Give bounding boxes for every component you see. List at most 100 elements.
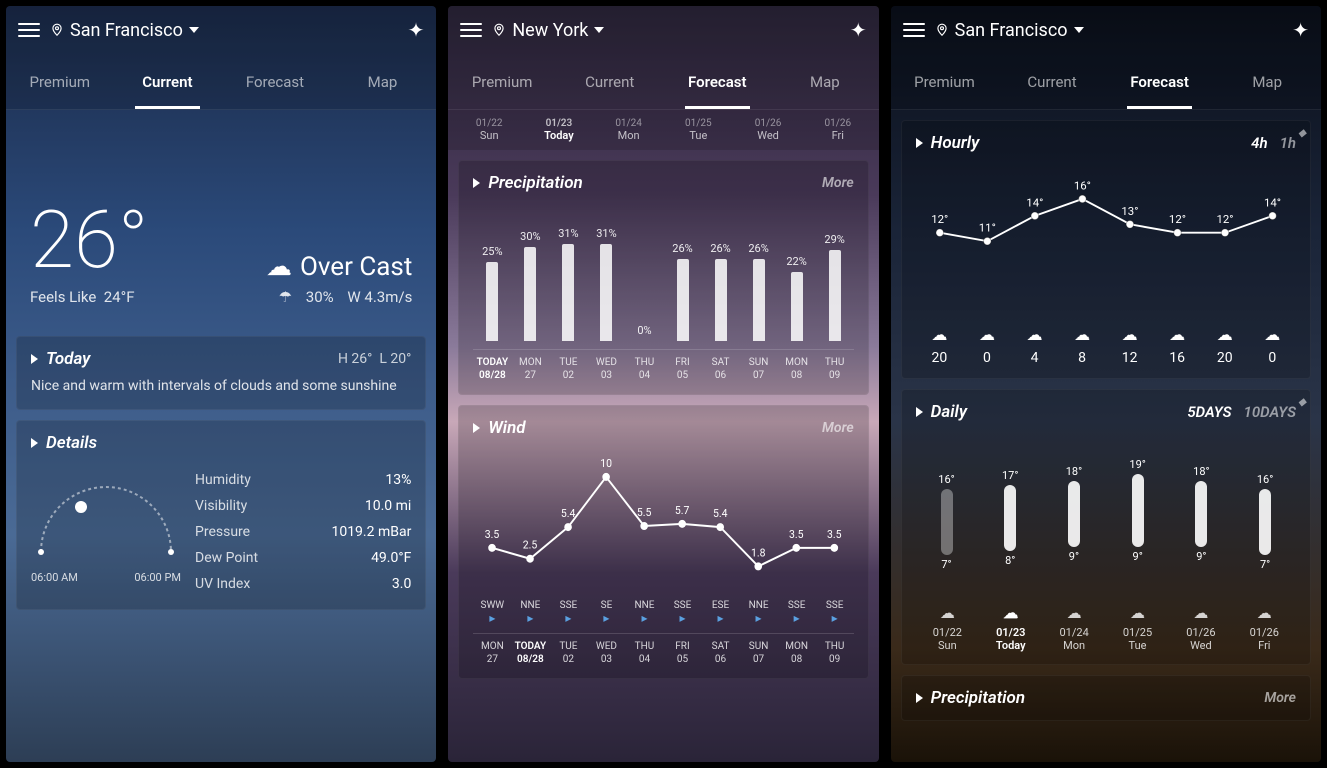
cloud-icon: ☁ [1042,604,1105,622]
location-pin-icon [935,23,949,37]
svg-text:16°: 16° [1074,178,1091,192]
tab-current[interactable]: Current [998,55,1106,109]
menu-icon[interactable] [18,23,40,37]
cloud-icon: ☁ [979,604,1042,622]
svg-text:3.5: 3.5 [485,528,499,541]
wind-chart: 3.52.55.4105.55.75.41.83.53.5 [473,446,853,596]
expand-icon [31,354,38,364]
tab-map[interactable]: Map [329,55,437,109]
day-tab[interactable]: 01/23Today [524,118,594,142]
daily-10days[interactable]: 10DAYS◆ [1244,403,1296,421]
tab-map[interactable]: Map [771,55,879,109]
expand-icon [473,423,480,433]
caret-down-icon [1074,27,1084,33]
details-card[interactable]: Details 06:00 AM 06:00 PM Humidity13%Vis… [16,420,426,610]
daily-col: 18°9° [1171,432,1233,582]
tab-map[interactable]: Map [1213,55,1321,109]
menu-icon[interactable] [460,23,482,37]
cloud-icon: ☁ [1106,325,1154,344]
daily-5days[interactable]: 5DAYS [1187,403,1231,421]
hourly-card[interactable]: Hourly 4h 1h◆ 12°11°14°16°13°12°12°14° ☁… [901,120,1311,379]
diamond-icon: ◆ [1298,397,1306,408]
wind-xlabels: MON27TODAY08/28TUE02WED03THU04FRI05SAT06… [473,633,853,666]
tab-forecast[interactable]: Forecast [663,55,771,109]
location-selector[interactable]: San Francisco [935,20,1283,41]
tabs: Premium Current Forecast Map [891,54,1321,110]
location-selector[interactable]: New York [492,20,840,41]
day-tab[interactable]: 01/22Sun [454,118,524,142]
day-tab[interactable]: 01/25Tue [663,118,733,142]
day-tab[interactable]: 01/26Wed [733,118,803,142]
svg-text:12°: 12° [1216,212,1233,226]
magic-wand-icon[interactable]: ✦ [1292,18,1309,42]
hourly-col: ☁16 [1153,325,1201,366]
today-card[interactable]: Today H 26° L 20° Nice and warm with int… [16,336,426,410]
daily-foot-col[interactable]: ☁01/22Sun [916,604,979,652]
daily-card[interactable]: Daily 5DAYS 10DAYS◆ 16°7°17°8°18°9°19°9°… [901,389,1311,665]
daily-foot-col[interactable]: ☁01/25Tue [1106,604,1169,652]
screen-forecast-sf: San Francisco ✦ Premium Current Forecast… [891,6,1321,762]
tab-forecast[interactable]: Forecast [221,55,329,109]
more-link[interactable]: More [1264,690,1296,706]
cloud-icon: ☁ [916,604,979,622]
hourly-col: ☁0 [963,325,1011,366]
daily-col: 19°9° [1107,432,1169,582]
x-label: WED03 [587,356,625,382]
hourly-4h[interactable]: 4h [1251,134,1267,152]
detail-rows: Humidity13%Visibility10.0 miPressure1019… [195,467,411,597]
cloud-icon: ☁ [1011,325,1059,344]
bar: 26% [665,242,699,341]
tabs: Premium Current Forecast Map [448,54,878,110]
location-selector[interactable]: San Francisco [50,20,398,41]
expand-icon [473,178,480,188]
tab-current[interactable]: Current [556,55,664,109]
wind-card[interactable]: Wind More 3.52.55.4105.55.75.41.83.53.5 … [458,405,868,679]
cloud-icon: ☁ [1106,604,1169,622]
precip-card-s3[interactable]: Precipitation More [901,675,1311,721]
umbrella-icon: ☂ [279,288,292,306]
tab-premium[interactable]: Premium [891,55,999,109]
magic-wand-icon[interactable]: ✦ [408,18,425,42]
tab-premium[interactable]: Premium [448,55,556,109]
bar: 26% [742,242,776,341]
hourly-col: ☁0 [1248,325,1296,366]
svg-text:11°: 11° [978,221,995,235]
daily-foot-col[interactable]: ☁01/26Wed [1169,604,1232,652]
tab-forecast[interactable]: Forecast [1106,55,1214,109]
topbar: New York ✦ [448,6,878,54]
x-label: SUN07 [740,356,778,382]
day-tab[interactable]: 01/26Fri [803,118,873,142]
x-label: THU09 [816,640,854,666]
wind-dir: NNE▸ [511,600,549,625]
x-label: MON08 [778,640,816,666]
wind-dir: ESE▸ [702,600,740,625]
tabs: Premium Current Forecast Map [6,54,436,110]
hourly-col: ☁20 [1201,325,1249,366]
hourly-col: ☁20 [916,325,964,366]
caret-down-icon [594,27,604,33]
x-label: FRI05 [663,356,701,382]
precip-bars: 25%30%31%31%0%26%26%26%22%29% [473,201,853,341]
tab-premium[interactable]: Premium [6,55,114,109]
menu-icon[interactable] [903,23,925,37]
day-tab[interactable]: 01/24Mon [594,118,664,142]
wind-dir: SWW▸ [473,600,511,625]
x-label: SAT06 [702,356,740,382]
precip-card[interactable]: Precipitation More 25%30%31%31%0%26%26%2… [458,160,868,395]
daily-foot-col[interactable]: ☁01/23Today [979,604,1042,652]
expand-icon [916,138,923,148]
daily-bars: 16°7°17°8°18°9°19°9°18°9°16°7° [916,432,1296,582]
hourly-1h[interactable]: 1h◆ [1280,134,1296,152]
topbar: San Francisco ✦ [891,6,1321,54]
tab-current[interactable]: Current [114,55,222,109]
x-label: SAT06 [702,640,740,666]
magic-wand-icon[interactable]: ✦ [850,18,867,42]
daily-foot-col[interactable]: ☁01/24Mon [1042,604,1105,652]
more-link[interactable]: More [822,175,854,191]
daily-foot-col[interactable]: ☁01/26Fri [1233,604,1296,652]
svg-text:5.4: 5.4 [713,507,727,520]
wind-dir: SSE▸ [549,600,587,625]
daily-col: 18°9° [1043,432,1105,582]
hourly-icons: ☁20☁0☁4☁8☁12☁16☁20☁0 [916,325,1296,366]
more-link[interactable]: More [822,420,854,436]
